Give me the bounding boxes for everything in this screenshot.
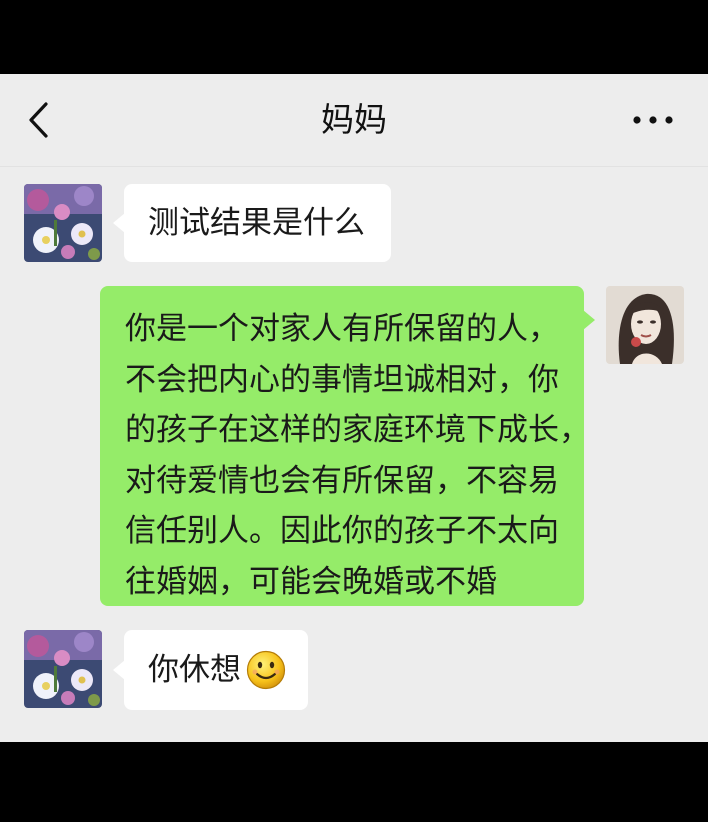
mom-avatar[interactable] (24, 630, 102, 708)
message-text-line: 对待爱情也会有所保留，不容易 (125, 462, 559, 499)
bubble-tail (113, 213, 125, 233)
message-bubble[interactable]: 你是一个对家人有所保留的人， 不会把内心的事情坦诚相对，你 的孩子在这样的家庭环… (100, 286, 595, 606)
mom-avatar[interactable] (24, 184, 102, 262)
message-bubble[interactable]: 测试结果是什么 (113, 184, 391, 262)
smile-emoji-icon (246, 650, 286, 690)
nav-bar: 妈妈 (0, 74, 708, 166)
message-text: 测试结果是什么 (148, 205, 365, 241)
back-button[interactable] (22, 98, 62, 142)
bubble-tail (583, 310, 595, 330)
message-text-line: 不会把内心的事情坦诚相对，你 (125, 361, 559, 398)
my-avatar[interactable] (606, 286, 684, 364)
message-bubble[interactable]: 你休想 (113, 630, 308, 710)
more-button[interactable] (628, 104, 678, 136)
chat-title: 妈妈 (321, 100, 387, 139)
message-text-line: 信任别人。因此你的孩子不太向 (125, 513, 559, 549)
nav-divider (0, 166, 708, 167)
bubble-tail (113, 660, 125, 680)
chevron-left-icon (29, 102, 48, 138)
chat-screen: 妈妈 测试结果是什么 你是一个对家人有所保留的人， 不会把内心的事情坦诚相对，你… (0, 74, 708, 742)
message-text-line: 往婚姻，可能会晚婚或不婚 (125, 563, 497, 600)
message-text-line: 你是一个对家人有所保留的人， (125, 311, 559, 347)
more-horizontal-icon (633, 116, 673, 124)
message-text-line: 的孩子在这样的家庭环境下成长， (125, 412, 590, 448)
